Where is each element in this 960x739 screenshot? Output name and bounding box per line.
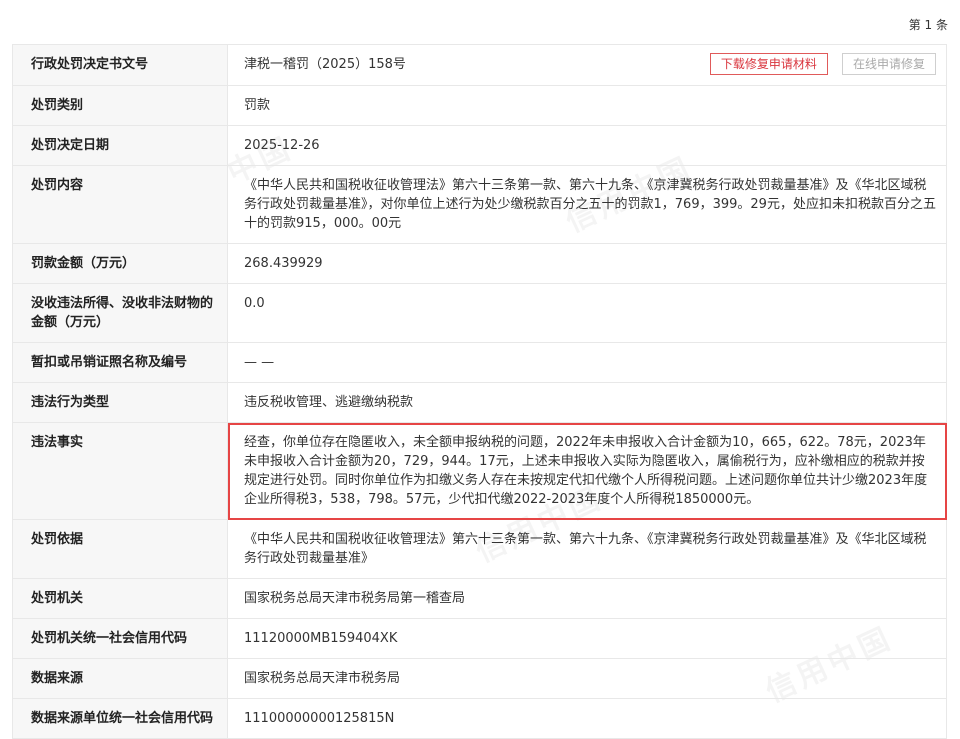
row-value: 国家税务总局天津市税务局: [227, 658, 947, 699]
table-row: 数据来源单位统一社会信用代码 11100000000125815N: [12, 698, 947, 739]
row-label: 违法事实: [12, 422, 228, 520]
row-value: 11100000000125815N: [227, 698, 947, 739]
row-value: — —: [227, 342, 947, 383]
online-repair-button[interactable]: 在线申请修复: [841, 53, 936, 75]
row-value: 津税一稽罚（2025）158号 下载修复申请材料 在线申请修复: [227, 44, 947, 86]
table-row: 处罚机关统一社会信用代码 11120000MB159404XK: [12, 618, 947, 659]
row-label: 处罚内容: [12, 165, 228, 244]
row-value: 违反税收管理、逃避缴纳税款: [227, 382, 947, 423]
row-label: 处罚依据: [12, 519, 228, 579]
row-label: 违法行为类型: [12, 382, 228, 423]
row-label: 暂扣或吊销证照名称及编号: [12, 342, 228, 383]
table-row: 违法事实 经查，你单位存在隐匿收入，未全额申报纳税的问题，2022年未申报收入合…: [12, 422, 947, 520]
table-row: 处罚机关 国家税务总局天津市税务局第一稽查局: [12, 578, 947, 619]
penalty-detail-table: 行政处罚决定书文号 津税一稽罚（2025）158号 下载修复申请材料 在线申请修…: [12, 44, 947, 739]
table-row: 违法行为类型 违反税收管理、逃避缴纳税款: [12, 382, 947, 423]
row-label: 没收违法所得、没收非法财物的金额（万元）: [12, 283, 228, 343]
row-label: 数据来源: [12, 658, 228, 699]
row-value: 268.439929: [227, 243, 947, 284]
table-row: 暂扣或吊销证照名称及编号 — —: [12, 342, 947, 383]
row-value: 2025-12-26: [227, 125, 947, 166]
row-value: 《中华人民共和国税收征收管理法》第六十三条第一款、第六十九条、《京津冀税务行政处…: [227, 519, 947, 579]
table-row: 没收违法所得、没收非法财物的金额（万元） 0.0: [12, 283, 947, 343]
illegal-facts-value: 经查，你单位存在隐匿收入，未全额申报纳税的问题，2022年未申报收入合计金额为1…: [227, 422, 947, 520]
table-row: 罚款金额（万元） 268.439929: [12, 243, 947, 284]
row-value: 罚款: [227, 85, 947, 126]
row-label: 处罚机关: [12, 578, 228, 619]
row-label: 处罚类别: [12, 85, 228, 126]
decision-number: 津税一稽罚（2025）158号: [244, 57, 406, 72]
row-label: 处罚机关统一社会信用代码: [12, 618, 228, 659]
table-row: 处罚依据 《中华人民共和国税收征收管理法》第六十三条第一款、第六十九条、《京津冀…: [12, 519, 947, 579]
row-label: 数据来源单位统一社会信用代码: [12, 698, 228, 739]
row-value: 0.0: [227, 283, 947, 343]
row-value: 《中华人民共和国税收征收管理法》第六十三条第一款、第六十九条、《京津冀税务行政处…: [227, 165, 947, 244]
row-label: 处罚决定日期: [12, 125, 228, 166]
row-label: 行政处罚决定书文号: [12, 44, 228, 86]
record-count: 第 1 条: [908, 18, 948, 32]
table-row: 处罚决定日期 2025-12-26: [12, 125, 947, 166]
table-row: 数据来源 国家税务总局天津市税务局: [12, 658, 947, 699]
row-label: 罚款金额（万元）: [12, 243, 228, 284]
table-row: 行政处罚决定书文号 津税一稽罚（2025）158号 下载修复申请材料 在线申请修…: [12, 44, 947, 86]
row-value: 11120000MB159404XK: [227, 618, 947, 659]
download-repair-materials-button[interactable]: 下载修复申请材料: [709, 53, 828, 75]
table-row: 处罚内容 《中华人民共和国税收征收管理法》第六十三条第一款、第六十九条、《京津冀…: [12, 165, 947, 244]
row-value: 国家税务总局天津市税务局第一稽查局: [227, 578, 947, 619]
table-row: 处罚类别 罚款: [12, 85, 947, 126]
action-buttons: 下载修复申请材料 在线申请修复: [700, 53, 936, 75]
